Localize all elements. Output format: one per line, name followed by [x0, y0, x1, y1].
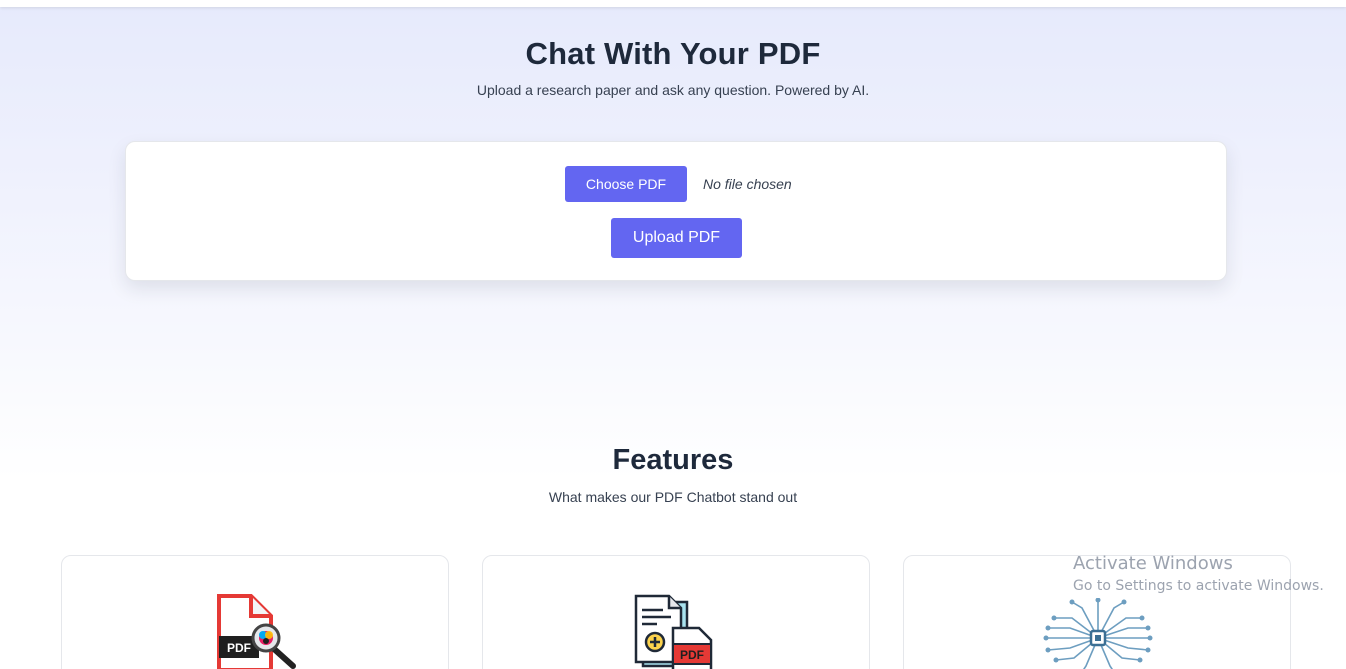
features-heading: Features	[612, 444, 734, 476]
svg-text:PDF: PDF	[227, 641, 251, 655]
features-subtitle: What makes our PDF Chatbot stand out	[548, 489, 798, 505]
top-nav-bar	[0, 0, 1346, 7]
pdf-search-icon: PDF	[217, 594, 296, 669]
page-subtitle: Upload a research paper and ask any ques…	[476, 82, 870, 98]
page-title: Chat With Your PDF	[525, 36, 821, 71]
feature-card-pdf-search: PDF	[61, 555, 449, 669]
upload-pdf-button[interactable]: Upload PDF	[611, 218, 742, 258]
feature-card-ai	[903, 555, 1291, 669]
choose-pdf-button[interactable]: Choose PDF	[565, 166, 687, 202]
svg-text:PDF: PDF	[680, 648, 704, 662]
feature-card-add-pdf: PDF	[482, 555, 870, 669]
ai-brain-circuit-icon	[1043, 598, 1153, 669]
add-pdf-document-icon: PDF	[634, 594, 713, 669]
upload-card: Choose PDF No file chosen Upload PDF	[125, 141, 1227, 281]
file-status-text: No file chosen	[703, 176, 792, 192]
